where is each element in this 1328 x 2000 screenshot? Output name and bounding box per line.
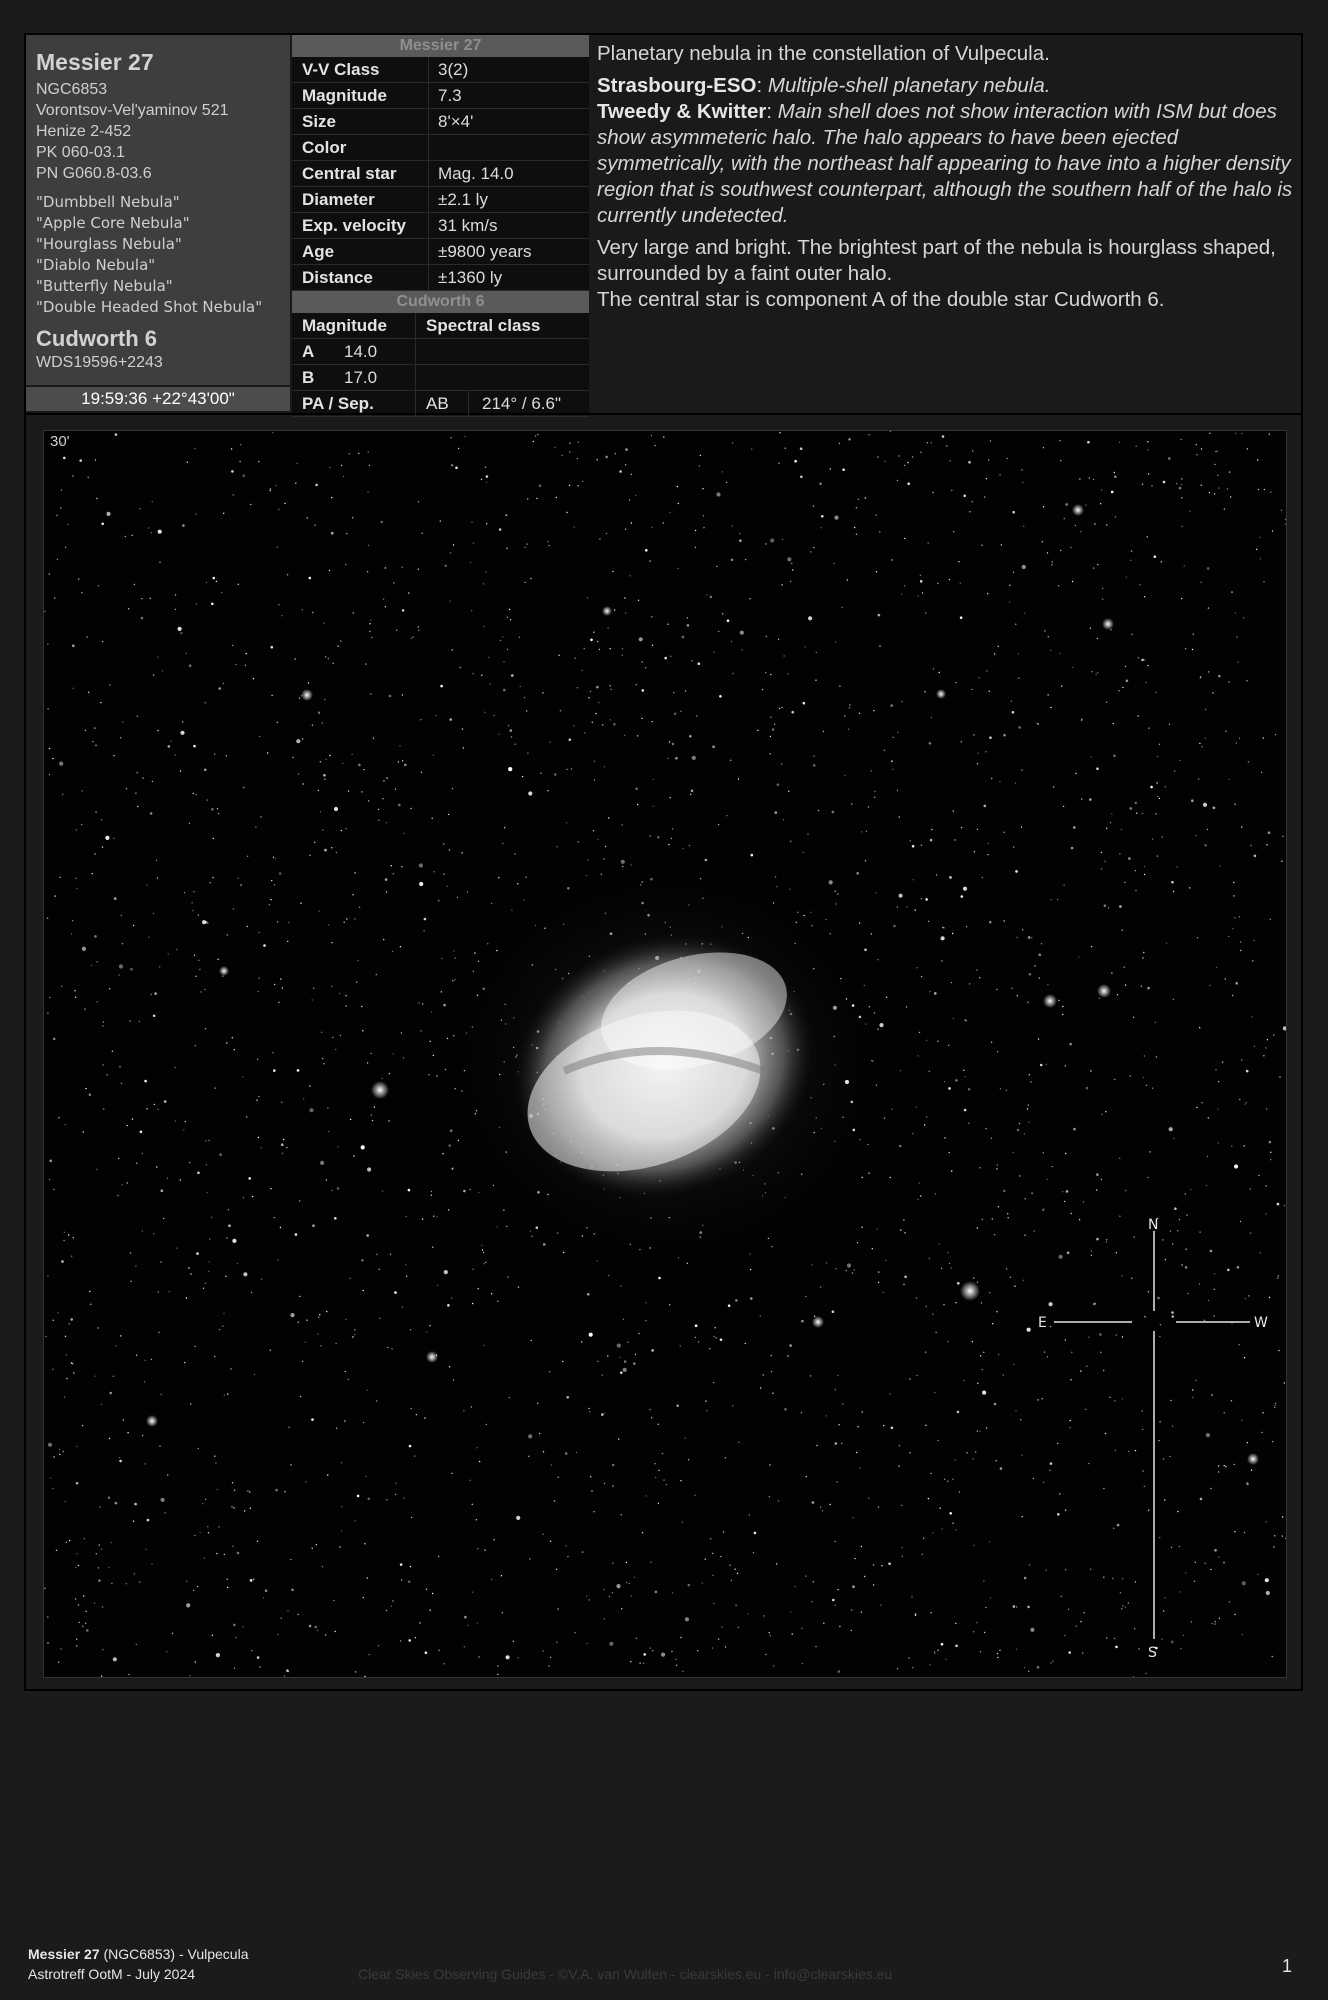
footer-object-details: (NGC6853) - Vulpecula <box>103 1946 249 1962</box>
alias-name: "Dumbbell Nebula" <box>36 193 180 211</box>
table-row: Age ±9800 years <box>292 239 589 265</box>
coordinates: 19:59:36 +22°43'00" <box>26 387 290 411</box>
double-star-id: WDS19596+2243 <box>36 354 163 371</box>
alias-name: "Double Headed Shot Nebula" <box>36 298 263 316</box>
row-key: Central star <box>302 164 397 183</box>
row-value: 31 km/s <box>438 216 498 235</box>
column-header: Spectral class <box>426 316 541 335</box>
visual-text: Very large and bright. The brightest par… <box>597 236 1276 285</box>
designation: PK 060-03.1 <box>36 144 125 161</box>
description-intro: Planetary nebula in the constellation of… <box>597 42 1050 65</box>
row-key: Magnitude <box>302 86 387 105</box>
info-block: Messier 27 NGC6853 Vorontsov-Vel'yaminov… <box>26 35 1301 417</box>
row-key: Age <box>302 242 335 261</box>
row-value: ±9800 years <box>438 242 532 261</box>
row-key: Diameter <box>302 190 375 209</box>
pa-row: PA / Sep. AB 214° / 6.6" <box>292 391 589 417</box>
footer-title: Messier 27 (NGC6853) - Vulpecula <box>28 1946 249 1962</box>
row-key: Distance <box>302 268 373 287</box>
footer-object: Messier 27 <box>28 1946 100 1962</box>
pa-pair: AB <box>426 394 449 413</box>
compass-north: N <box>1148 1217 1158 1233</box>
table-row: Size 8'×4' <box>292 109 589 135</box>
object-title: Messier 27 <box>36 49 154 75</box>
alias-name: "Apple Core Nebula" <box>36 214 190 232</box>
designation: NGC6853 <box>36 81 108 98</box>
tweedy-label: Tweedy & Kwitter <box>597 100 767 123</box>
alias-name: "Hourglass Nebula" <box>36 235 182 253</box>
pa-value: 214° / 6.6" <box>482 394 561 413</box>
table-row: Magnitude 7.3 <box>292 83 589 109</box>
alias-name: "Diablo Nebula" <box>36 256 156 274</box>
footer-subtitle: Astrotreff OotM - July 2024 <box>28 1966 196 1982</box>
row-key: V-V Class <box>302 60 380 79</box>
component-id: A <box>302 342 315 361</box>
designation: PN G060.8-03.6 <box>36 165 152 182</box>
row-key: Size <box>302 112 337 131</box>
page-number: 1 <box>1282 1956 1293 1976</box>
table-row: Central star Mag. 14.0 <box>292 161 589 187</box>
table-row: Color <box>292 135 589 161</box>
component-id: B <box>302 368 315 387</box>
designation: Henize 2-452 <box>36 123 132 140</box>
scale-label: 30' <box>50 433 70 450</box>
compass-rose: N S E W <box>1038 1217 1268 1661</box>
table-row: Diameter ±2.1 ly <box>292 187 589 213</box>
compass-east: E <box>1038 1315 1047 1331</box>
strasbourg-note: Strasbourg-ESO: Multiple-shell planetary… <box>597 74 1293 227</box>
strasbourg-text: Multiple-shell planetary nebula. <box>767 74 1051 97</box>
table-row: V-V Class 3(2) <box>292 57 589 83</box>
row-value: Mag. 14.0 <box>438 164 514 183</box>
star-field: N S E W <box>44 431 1286 1677</box>
footer-credit: Clear Skies Observing Guides - ©V.A. van… <box>358 1966 893 1982</box>
data-table: Messier 27 V-V Class 3(2) Magnitude 7.3 Si… <box>292 35 589 417</box>
row-key: Exp. velocity <box>302 216 406 235</box>
object-card: Messier 27 NGC6853 Vorontsov-Vel'yaminov… <box>24 33 1303 1691</box>
component-magnitude: 17.0 <box>344 368 378 387</box>
double-star-columns: Magnitude Spectral class <box>292 313 589 339</box>
central-star-text: The central star is component A of the d… <box>597 288 1165 311</box>
table-row: Exp. velocity 31 km/s <box>292 213 589 239</box>
alias-name: "Butterfly Nebula" <box>36 277 173 295</box>
nebula-image: N S E W 30' <box>43 430 1287 1678</box>
double-star-title: Cudworth 6 <box>36 326 157 351</box>
visual-description: Very large and bright. The brightest par… <box>597 235 1297 313</box>
designation: Vorontsov-Vel'yaminov 521 <box>36 102 229 119</box>
table-header: Messier 27 <box>292 35 589 57</box>
row-key: Color <box>302 138 347 157</box>
row-value: 3(2) <box>438 60 469 79</box>
double-star-header: Cudworth 6 <box>292 291 589 313</box>
pa-label: PA / Sep. <box>302 394 374 413</box>
description: Planetary nebula in the constellation of… <box>597 35 1297 319</box>
compass-west: W <box>1254 1315 1268 1331</box>
component-row: A 14.0 <box>292 339 589 365</box>
strasbourg-label: Strasbourg-ESO <box>597 74 757 97</box>
designations-panel: Messier 27 NGC6853 Vorontsov-Vel'yaminov… <box>26 35 290 385</box>
row-value: 8'×4' <box>438 112 474 131</box>
component-magnitude: 14.0 <box>344 342 378 361</box>
row-value: 7.3 <box>438 86 462 105</box>
compass-south: S <box>1148 1645 1157 1661</box>
row-value: ±1360 ly <box>438 268 503 287</box>
column-header: Magnitude <box>302 316 387 335</box>
component-row: B 17.0 <box>292 365 589 391</box>
row-value: ±2.1 ly <box>438 190 488 209</box>
table-row: Distance ±1360 ly <box>292 265 589 291</box>
